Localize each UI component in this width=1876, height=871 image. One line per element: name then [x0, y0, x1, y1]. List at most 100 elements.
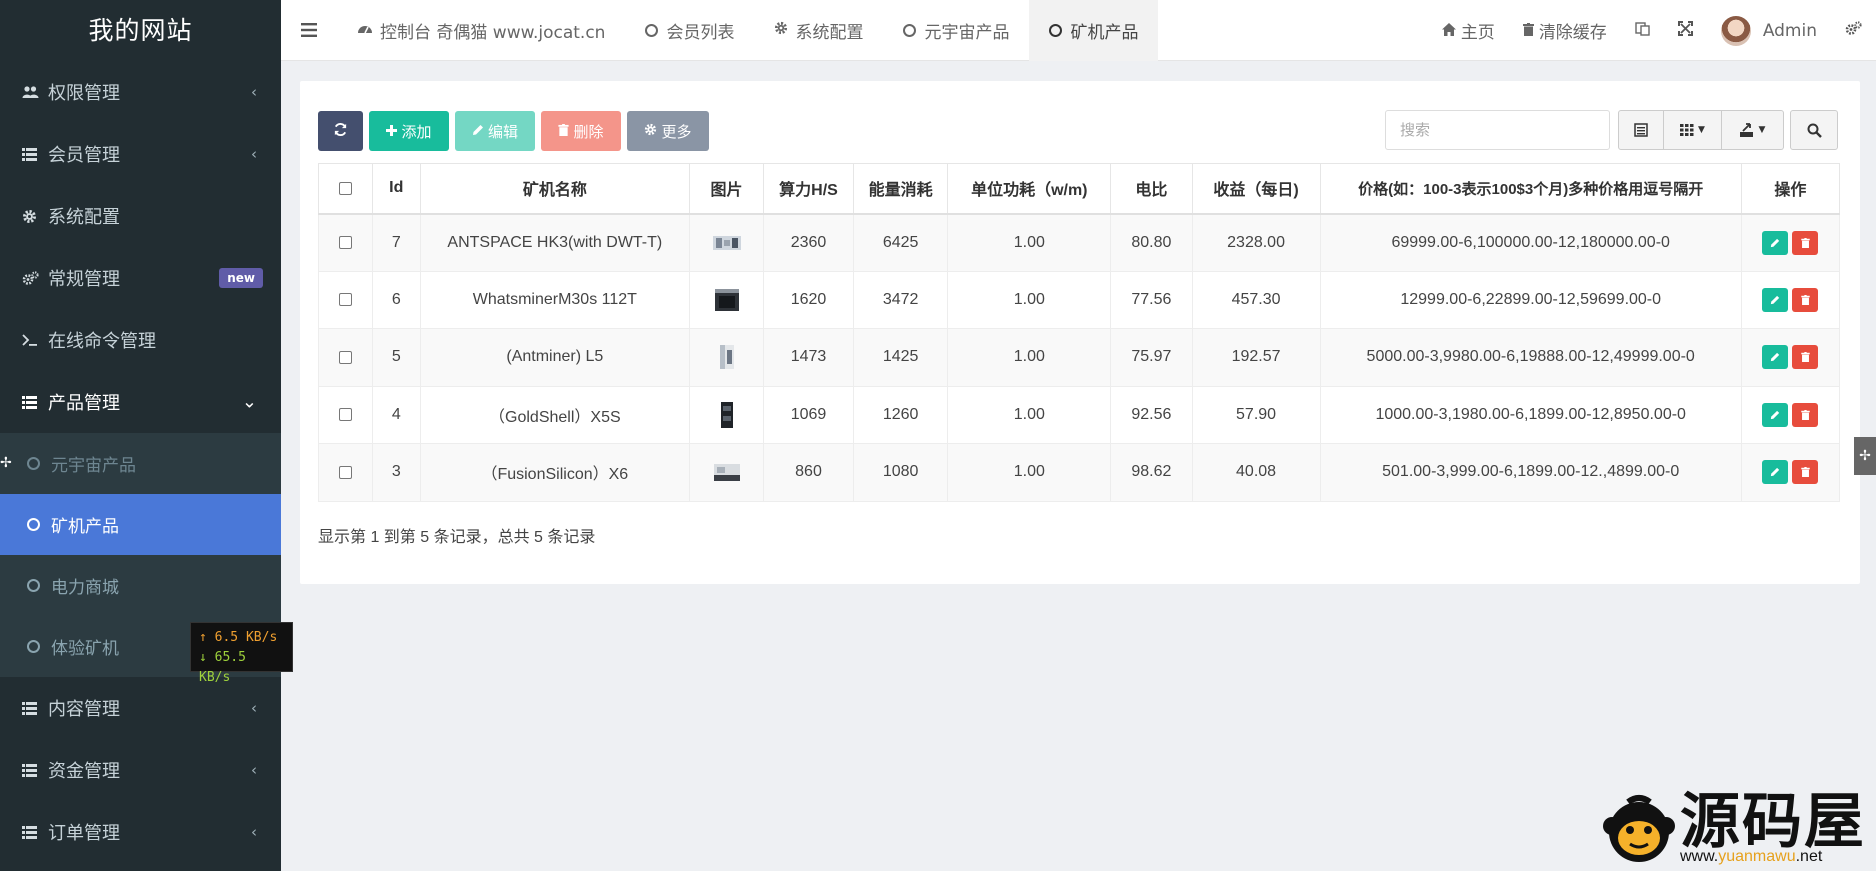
cell-income: 57.90	[1191, 386, 1321, 444]
gear-icon	[644, 123, 657, 139]
column-header[interactable]: 单位功耗（w/m)	[947, 163, 1112, 214]
terminal-icon	[22, 334, 44, 346]
advanced-search-button[interactable]	[1790, 110, 1838, 150]
column-header[interactable]: 价格(如：100-3表示100$3个月)多种价格用逗号隔开	[1319, 163, 1742, 214]
cell-image[interactable]	[688, 328, 765, 387]
row-delete-button[interactable]	[1792, 287, 1819, 312]
cell-id: 7	[371, 212, 421, 272]
cell-hashrate: 1069	[763, 386, 854, 444]
chevron-left-icon: ‹	[251, 761, 257, 779]
cell-energy: 3472	[852, 271, 949, 329]
sidebar-toggle-button[interactable]	[281, 0, 337, 61]
cell-image[interactable]	[688, 271, 765, 329]
add-button[interactable]: 添加	[369, 111, 449, 151]
table-row[interactable]: 6 WhatsminerM30s 112T 1620 3472 1.00 77.…	[318, 271, 1841, 329]
circle-icon	[27, 579, 40, 592]
column-header[interactable]: 电比	[1110, 163, 1193, 214]
fullscreen-button[interactable]	[1664, 20, 1707, 41]
sidebar-item-online-command[interactable]: 在线命令管理	[0, 309, 281, 371]
cell-image[interactable]	[688, 386, 765, 444]
cell-image[interactable]	[688, 443, 765, 502]
refresh-button[interactable]	[318, 111, 363, 151]
right-edge-handle[interactable]: ✢	[1854, 437, 1876, 475]
sidebar-item-system-config[interactable]: 系统配置	[0, 185, 281, 247]
row-delete-button[interactable]	[1792, 402, 1819, 427]
tab-label: 矿机产品	[1070, 22, 1139, 43]
row-delete-button[interactable]	[1792, 345, 1819, 370]
toggle-view-button[interactable]	[1618, 110, 1664, 150]
table-row[interactable]: 3 （FusionSilicon）X6 860 1080 1.00 98.62 …	[318, 443, 1841, 502]
select-all-cell[interactable]	[318, 163, 373, 214]
column-header[interactable]: 算力H/S	[763, 163, 854, 214]
row-checkbox[interactable]	[338, 235, 352, 249]
home-link[interactable]: 主页	[1428, 18, 1509, 43]
cell-id: 4	[371, 386, 421, 444]
pencil-icon	[1771, 353, 1780, 362]
cell-id: 6	[371, 271, 421, 329]
column-header[interactable]: 矿机名称	[419, 163, 690, 214]
table-row[interactable]: 7 ANTSPACE HK3(with DWT-T) 2360 6425 1.0…	[318, 212, 1841, 272]
refresh-icon	[333, 122, 348, 141]
sidebar-subitem-label: 体验矿机	[51, 639, 119, 659]
cell-actions	[1740, 328, 1841, 387]
tab-dashboard[interactable]: 控制台 奇偶猫 www.jocat.cn	[337, 0, 625, 61]
export-button[interactable]: ▼	[1722, 110, 1784, 150]
topbar-actions: 主页 清除缓存 Admin	[1428, 0, 1876, 61]
sidebar-item-members[interactable]: 会员管理 ‹	[0, 123, 281, 185]
tab-label: 元宇宙产品	[924, 22, 1010, 43]
cell-actions	[1740, 271, 1841, 329]
cell-image[interactable]	[688, 212, 765, 272]
row-edit-button[interactable]	[1762, 230, 1789, 255]
tab-system-config[interactable]: 系统配置	[754, 0, 883, 61]
more-button[interactable]: 更多	[627, 111, 709, 151]
trash-icon	[1801, 352, 1810, 363]
edit-button[interactable]: 编辑	[455, 111, 535, 151]
user-menu[interactable]: Admin	[1707, 15, 1831, 46]
cell-price: 501.00-3,999.00-6,1899.00-12.,4899.00-0	[1319, 443, 1742, 502]
sidebar-subitem-metaverse[interactable]: ✢ 元宇宙产品	[0, 433, 281, 494]
tab-miner-products[interactable]: 矿机产品	[1029, 0, 1159, 61]
sidebar-item-permissions[interactable]: 权限管理 ‹	[0, 61, 281, 123]
sidebar-item-orders[interactable]: 订单管理 ‹	[0, 801, 281, 863]
upload-speed: ↑ 6.5 KB/s	[199, 630, 278, 645]
sidebar-subitem-label: 矿机产品	[51, 517, 119, 537]
users-icon	[22, 85, 44, 99]
sidebar-item-general[interactable]: 常规管理 new	[0, 247, 281, 309]
columns-button[interactable]: ▼	[1664, 110, 1722, 150]
tab-member-list[interactable]: 会员列表	[625, 0, 754, 61]
brand-title[interactable]: 我的网站	[0, 0, 281, 61]
row-edit-button[interactable]	[1762, 345, 1789, 370]
table-row[interactable]: 4 （GoldShell）X5S 1069 1260 1.00 92.56 57…	[318, 386, 1841, 444]
tab-bar: 控制台 奇偶猫 www.jocat.cn 会员列表 系统配置 元宇宙产品 矿机产…	[337, 0, 1159, 61]
column-header[interactable]: Id	[371, 163, 421, 214]
trash-icon	[1801, 409, 1810, 420]
delete-button[interactable]: 删除	[541, 111, 621, 151]
table-row[interactable]: 5 (Antminer) L5 1473 1425 1.00 75.97 192…	[318, 328, 1841, 387]
sidebar-subitem-label: 电力商城	[51, 578, 119, 598]
row-delete-button[interactable]	[1792, 460, 1819, 485]
search-input[interactable]	[1385, 110, 1610, 150]
row-delete-button[interactable]	[1792, 230, 1819, 255]
clear-cache-button[interactable]: 清除缓存	[1509, 18, 1621, 43]
sidebar-menu: 权限管理 ‹ 会员管理 ‹ 系统配置 常规管理 new 在线命令管理 产品管理 …	[0, 61, 281, 433]
column-header[interactable]: 收益（每日)	[1191, 163, 1321, 214]
row-edit-button[interactable]	[1762, 402, 1789, 427]
sidebar-item-products[interactable]: 产品管理 ⌄	[0, 371, 281, 433]
select-all-checkbox[interactable]	[338, 181, 352, 195]
row-edit-button[interactable]	[1762, 460, 1789, 485]
tab-metaverse-products[interactable]: 元宇宙产品	[883, 0, 1029, 61]
row-checkbox[interactable]	[338, 465, 352, 479]
sidebar-subitem-power-mall[interactable]: 电力商城	[0, 555, 281, 616]
sidebar: 我的网站 权限管理 ‹ 会员管理 ‹ 系统配置 常规管理 new 在线命令管理 …	[0, 0, 281, 871]
home-label: 主页	[1460, 23, 1495, 43]
language-button[interactable]	[1621, 21, 1664, 41]
column-header[interactable]: 图片	[688, 163, 765, 214]
row-edit-button[interactable]	[1762, 287, 1789, 312]
sidebar-item-funds[interactable]: 资金管理 ‹	[0, 739, 281, 801]
row-checkbox[interactable]	[338, 293, 352, 307]
settings-button[interactable]	[1831, 20, 1876, 41]
row-checkbox[interactable]	[338, 350, 352, 364]
sidebar-subitem-miners[interactable]: 矿机产品	[0, 494, 281, 555]
column-header[interactable]: 能量消耗	[852, 163, 949, 214]
row-checkbox[interactable]	[338, 408, 352, 422]
